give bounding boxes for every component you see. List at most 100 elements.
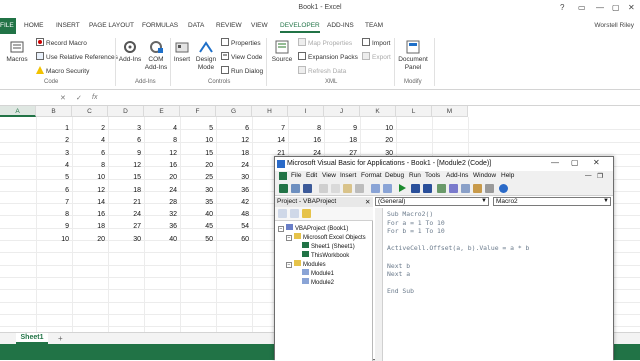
cell[interactable]: 14 — [252, 137, 285, 144]
cell[interactable]: 10 — [180, 137, 213, 144]
cell[interactable]: 30 — [216, 174, 249, 181]
vba-minimize-icon[interactable]: — — [551, 158, 559, 167]
column-header-g[interactable]: G — [216, 106, 252, 117]
relative-refs-button[interactable]: Use Relative References — [36, 52, 118, 61]
cancel-icon[interactable]: ✕ — [60, 94, 66, 102]
cell[interactable]: 30 — [180, 187, 213, 194]
minimize-icon[interactable]: — — [596, 3, 604, 12]
menu-file[interactable]: File — [291, 172, 301, 179]
cell[interactable]: 36 — [216, 187, 249, 194]
excel-view-icon[interactable] — [279, 172, 287, 180]
cell[interactable]: 8 — [72, 162, 105, 169]
column-header-b[interactable]: B — [36, 106, 72, 117]
properties-button[interactable]: Properties — [221, 38, 261, 47]
code-line[interactable]: ActiveCell.Offset(a, b).Value = a * b — [387, 244, 529, 252]
cell[interactable]: 5 — [36, 174, 69, 181]
cell[interactable]: 24 — [108, 211, 141, 218]
cell[interactable]: 2 — [36, 137, 69, 144]
code-line[interactable]: For a = 1 To 10 — [387, 219, 445, 227]
cell[interactable]: 10 — [36, 236, 69, 243]
toggle-folders-icon[interactable] — [302, 209, 311, 218]
export-button[interactable]: Export — [362, 52, 391, 61]
map-properties-button[interactable]: Map Properties — [298, 38, 352, 47]
macros-button[interactable]: Macros — [2, 40, 32, 64]
menu-add-ins[interactable]: Add-Ins — [446, 172, 468, 179]
redo-icon[interactable] — [383, 184, 392, 193]
cell[interactable]: 12 — [216, 137, 249, 144]
cell[interactable]: 24 — [144, 187, 177, 194]
tree-modules[interactable]: − Modules — [286, 260, 326, 268]
code-window-restore-icon[interactable]: ❐ — [597, 172, 603, 180]
menu-format[interactable]: Format — [361, 172, 382, 179]
cut-icon[interactable] — [319, 184, 328, 193]
cell[interactable]: 18 — [108, 187, 141, 194]
column-header-h[interactable]: H — [252, 106, 288, 117]
view-excel-icon[interactable] — [279, 184, 288, 193]
user-name[interactable]: Worstell Riley — [594, 22, 634, 29]
help-icon-vba[interactable] — [499, 184, 508, 193]
tab-team[interactable]: TEAM — [365, 22, 383, 29]
insert-module-icon[interactable] — [291, 184, 300, 193]
run-dialog-button[interactable]: Run Dialog — [221, 66, 263, 75]
toolbox-icon-vba[interactable] — [485, 184, 494, 193]
tab-add-ins[interactable]: ADD-INS — [327, 22, 354, 29]
cell[interactable]: 5 — [180, 125, 213, 132]
cell[interactable]: 4 — [36, 162, 69, 169]
cell[interactable]: 7 — [36, 199, 69, 206]
insert-function-icon[interactable]: fx — [92, 94, 97, 101]
cell[interactable]: 1 — [36, 125, 69, 132]
tree-module2[interactable]: Module2 — [302, 278, 334, 286]
run-icon[interactable] — [399, 184, 406, 192]
macro-security-button[interactable]: Macro Security — [36, 66, 89, 75]
cell[interactable]: 21 — [108, 199, 141, 206]
cell[interactable]: 3 — [36, 150, 69, 157]
cell[interactable]: 14 — [72, 199, 105, 206]
cell[interactable]: 36 — [144, 223, 177, 230]
column-header-d[interactable]: D — [108, 106, 144, 117]
cell[interactable]: 42 — [216, 199, 249, 206]
code-window[interactable]: (General) ▼ Macro2 ▼ Sub Macro2() For a = 1… — [375, 197, 613, 361]
cell[interactable]: 8 — [144, 137, 177, 144]
cell[interactable]: 40 — [180, 211, 213, 218]
cell[interactable]: 28 — [144, 199, 177, 206]
record-macro-button[interactable]: Record Macro — [36, 38, 87, 47]
cell[interactable]: 20 — [180, 162, 213, 169]
vba-maximize-icon[interactable]: ▢ — [571, 158, 579, 167]
tab-developer[interactable]: DEVELOPER — [280, 22, 320, 33]
cell[interactable]: 9 — [108, 150, 141, 157]
reset-icon[interactable] — [423, 184, 432, 193]
cell[interactable]: 9 — [324, 125, 357, 132]
add-sheet-button[interactable]: + — [58, 334, 63, 343]
cell[interactable]: 16 — [72, 211, 105, 218]
cell[interactable]: 24 — [216, 162, 249, 169]
cell[interactable]: 16 — [288, 137, 321, 144]
paste-icon[interactable] — [343, 184, 352, 193]
cell[interactable]: 18 — [324, 137, 357, 144]
code-line[interactable]: End Sub — [387, 287, 414, 295]
cell[interactable]: 2 — [72, 125, 105, 132]
find-icon[interactable] — [355, 184, 364, 193]
column-header-j[interactable]: J — [324, 106, 360, 117]
cell[interactable]: 20 — [144, 174, 177, 181]
cell[interactable]: 30 — [108, 236, 141, 243]
cell[interactable]: 6 — [72, 150, 105, 157]
cell[interactable]: 25 — [180, 174, 213, 181]
enter-icon[interactable]: ✓ — [76, 94, 82, 102]
cell[interactable]: 60 — [216, 236, 249, 243]
design-mode-button[interactable]: Design Mode — [193, 40, 219, 72]
cell[interactable]: 35 — [180, 199, 213, 206]
cell[interactable]: 4 — [72, 137, 105, 144]
menu-run[interactable]: Run — [409, 172, 421, 179]
code-line[interactable]: Sub Macro2() — [387, 210, 433, 218]
cell[interactable]: 12 — [72, 187, 105, 194]
column-header-l[interactable]: L — [396, 106, 432, 117]
ribbon-display-icon[interactable]: ▭ — [578, 3, 586, 12]
cell[interactable]: 10 — [360, 125, 393, 132]
code-line[interactable]: Next b — [387, 262, 410, 270]
cell[interactable]: 4 — [144, 125, 177, 132]
menu-view[interactable]: View — [322, 172, 336, 179]
project-explorer-icon[interactable] — [449, 184, 458, 193]
menu-tools[interactable]: Tools — [425, 172, 440, 179]
tab-insert[interactable]: INSERT — [56, 22, 80, 29]
tab-page-layout[interactable]: PAGE LAYOUT — [89, 22, 134, 29]
